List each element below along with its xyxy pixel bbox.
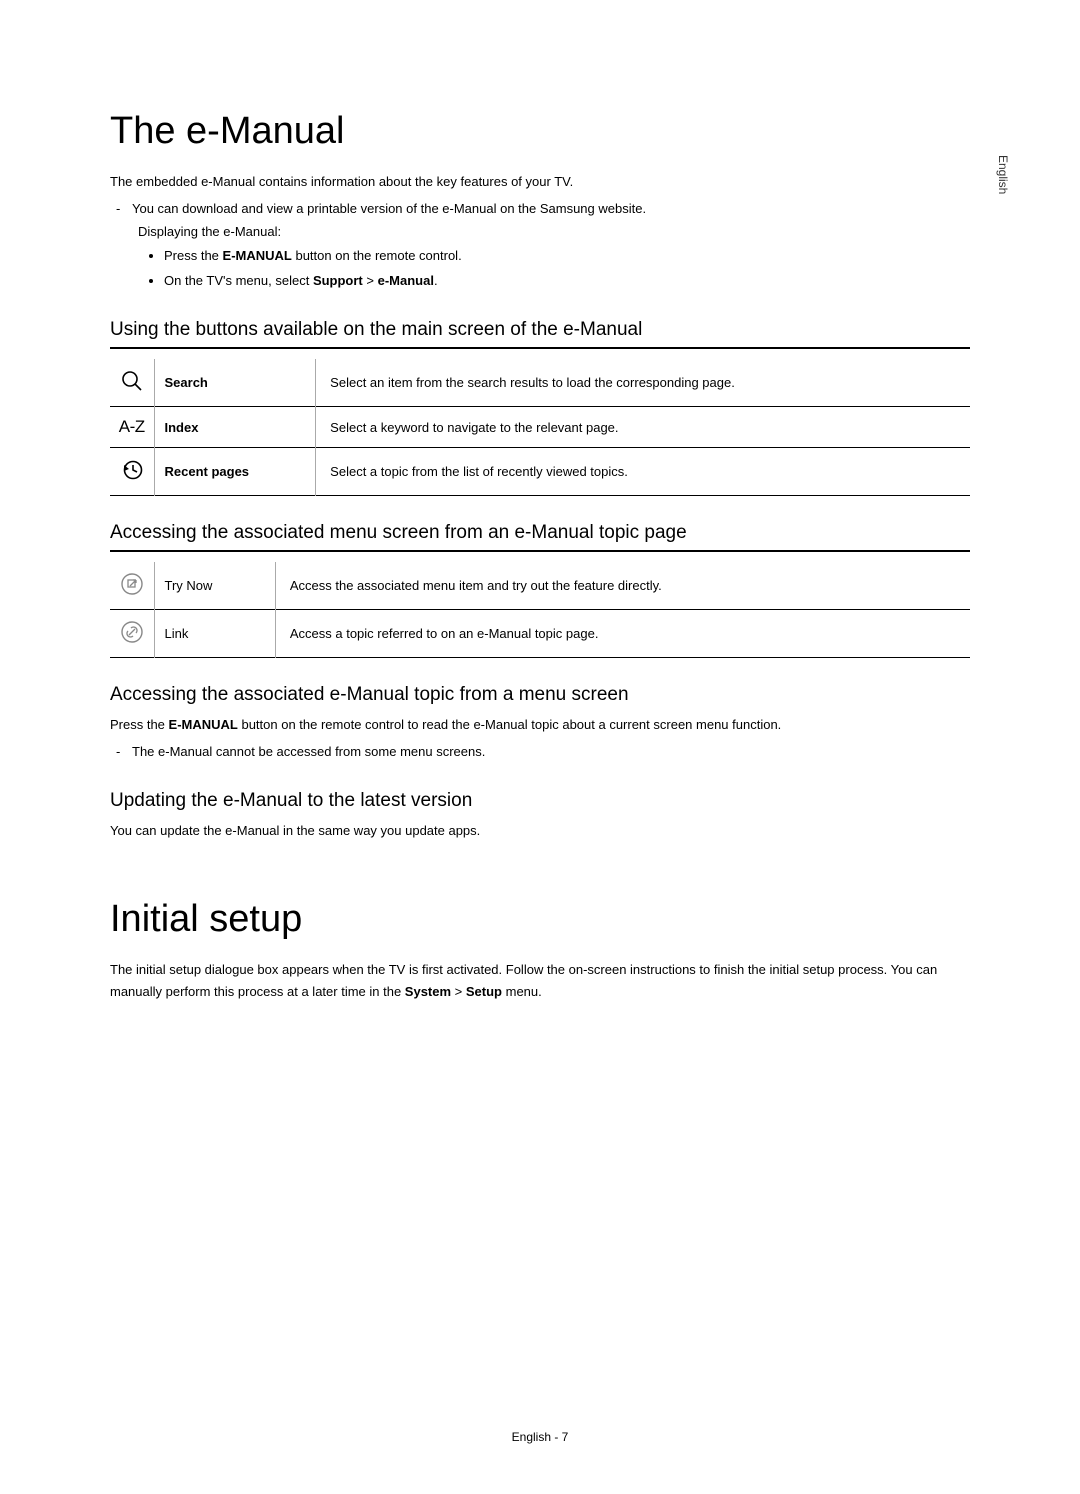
paragraph-update: You can update the e-Manual in the same … <box>110 820 970 842</box>
az-icon: A-Z <box>110 407 154 448</box>
desc-recent-pages: Select a topic from the list of recently… <box>316 448 970 496</box>
bold-emanual: E-MANUAL <box>223 248 292 263</box>
paragraph-press-emanual: Press the E-MANUAL button on the remote … <box>110 714 970 736</box>
paragraph-initial-setup: The initial setup dialogue box appears w… <box>110 959 970 1003</box>
bullet-press-emanual: Press the E-MANUAL button on the remote … <box>164 244 970 269</box>
desc-index: Select a keyword to navigate to the rele… <box>316 407 970 448</box>
bold-support: Support <box>313 273 363 288</box>
subheading-using-buttons: Using the buttons available on the main … <box>110 319 970 349</box>
try-now-icon <box>110 562 154 610</box>
bold-emanual-menu: e-Manual <box>378 273 434 288</box>
intro-paragraph: The embedded e-Manual contains informati… <box>110 171 970 193</box>
dash-subtext-displaying: Displaying the e-Manual: <box>116 220 970 243</box>
dash-item-download: You can download and view a printable ve… <box>116 197 970 220</box>
text-fragment: > <box>451 984 466 999</box>
text-fragment: > <box>363 273 378 288</box>
text-fragment: On the TV's menu, select <box>164 273 313 288</box>
search-icon <box>110 359 154 407</box>
bullet-list: Press the E-MANUAL button on the remote … <box>164 244 970 293</box>
table-row: Link Access a topic referred to on an e-… <box>110 610 970 658</box>
dash-list: You can download and view a printable ve… <box>116 197 970 244</box>
text-fragment: button on the remote control to read the… <box>238 717 781 732</box>
desc-try-now: Access the associated menu item and try … <box>275 562 970 610</box>
bold-setup: Setup <box>466 984 502 999</box>
table-row: Search Select an item from the search re… <box>110 359 970 407</box>
label-search: Search <box>154 359 316 407</box>
label-recent-pages: Recent pages <box>154 448 316 496</box>
bold-system: System <box>405 984 451 999</box>
recent-icon <box>110 448 154 496</box>
text-fragment: Press the <box>164 248 223 263</box>
label-index: Index <box>154 407 316 448</box>
link-icon <box>110 610 154 658</box>
dash-list-2: The e-Manual cannot be accessed from som… <box>116 740 970 763</box>
table-topic-buttons: Try Now Access the associated menu item … <box>110 562 970 658</box>
table-row: Recent pages Select a topic from the lis… <box>110 448 970 496</box>
text-fragment: button on the remote control. <box>292 248 462 263</box>
heading-initial-setup: Initial setup <box>110 898 970 941</box>
label-try-now: Try Now <box>154 562 275 610</box>
heading-emanual: The e-Manual <box>110 110 970 153</box>
dash-item-cannot-access: The e-Manual cannot be accessed from som… <box>116 740 970 763</box>
manual-page: English The e-Manual The embedded e-Manu… <box>0 0 1080 1494</box>
subheading-updating: Updating the e-Manual to the latest vers… <box>110 790 970 812</box>
az-icon-text: A-Z <box>119 417 145 436</box>
table-main-buttons: Search Select an item from the search re… <box>110 359 970 496</box>
page-footer: English - 7 <box>0 1430 1080 1444</box>
text-fragment: Press the <box>110 717 169 732</box>
subheading-accessing-emanual-from-menu: Accessing the associated e-Manual topic … <box>110 684 970 706</box>
label-link: Link <box>154 610 275 658</box>
desc-search: Select an item from the search results t… <box>316 359 970 407</box>
table-row: Try Now Access the associated menu item … <box>110 562 970 610</box>
table-row: A-Z Index Select a keyword to navigate t… <box>110 407 970 448</box>
language-side-label: English <box>996 155 1010 194</box>
text-fragment: . <box>434 273 438 288</box>
bullet-tv-menu: On the TV's menu, select Support > e-Man… <box>164 269 970 294</box>
desc-link: Access a topic referred to on an e-Manua… <box>275 610 970 658</box>
bold-emanual2: E-MANUAL <box>169 717 238 732</box>
subheading-accessing-menu: Accessing the associated menu screen fro… <box>110 522 970 552</box>
text-fragment: menu. <box>502 984 542 999</box>
